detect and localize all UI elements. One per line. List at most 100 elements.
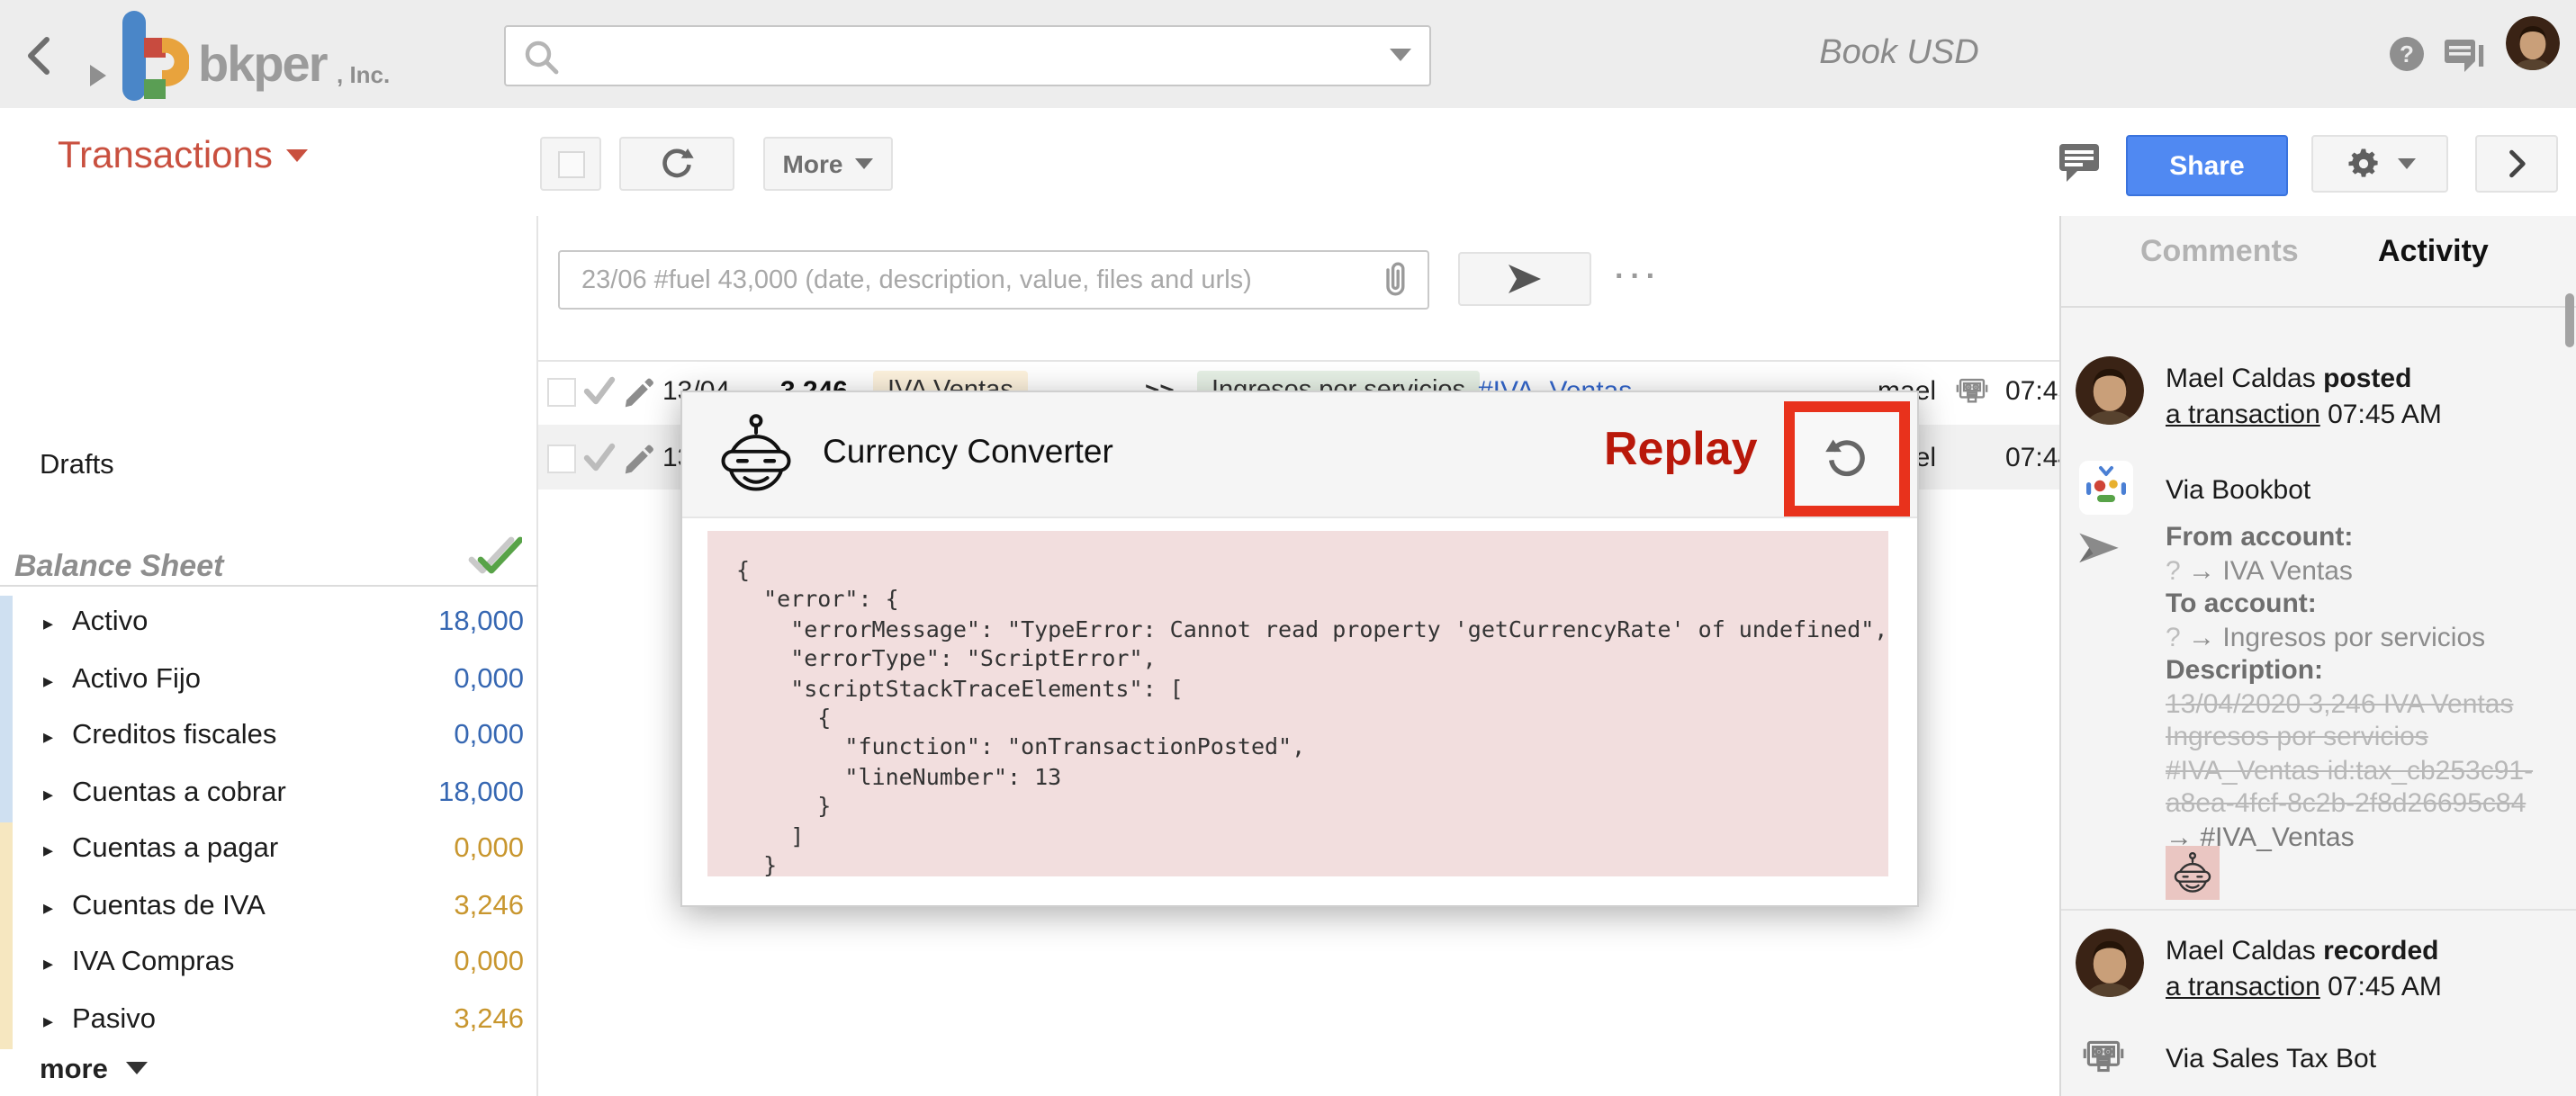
new-description: → #IVA_Ventas [2166,822,2355,852]
avatar [2076,929,2144,997]
account-name[interactable]: Cuentas a cobrar [72,777,286,809]
account-name[interactable]: IVA Compras [72,947,234,979]
back-chevron-icon [14,29,68,83]
account-group-strip [0,879,13,937]
account-group-strip [0,936,13,993]
account-name[interactable]: Pasivo [72,1003,156,1036]
row-pencil-icon[interactable] [621,439,657,475]
search-icon [520,36,563,79]
chat-icon [2445,40,2484,72]
next-page-button[interactable] [2475,135,2558,193]
via-bot-label: Via Bookbot [2166,475,2311,506]
send-arrow-icon [1503,257,1546,301]
expand-caret-icon[interactable]: ▸ [43,782,53,805]
replay-button[interactable] [1784,401,1910,517]
account-row[interactable]: ▸ Activo 18,000 [0,596,538,653]
account-row[interactable]: ▸ Pasivo 3,246 [0,993,538,1050]
account-row[interactable]: ▸ Cuentas a pagar 0,000 [0,822,538,880]
account-name[interactable]: Cuentas de IVA [72,890,266,922]
account-row[interactable]: ▸ Cuentas de IVA 3,246 [0,879,538,937]
user-avatar[interactable] [2506,16,2560,70]
more-button[interactable]: More [763,137,893,191]
account-row[interactable]: ▸ IVA Compras 0,000 [0,936,538,993]
expand-caret-icon[interactable]: ▸ [43,839,53,862]
from-account-label: From account: [2166,522,2354,552]
expand-caret-icon[interactable]: ▸ [43,1009,53,1032]
bot-error-modal: Currency Converter Replay { "error": { "… [680,391,1919,907]
account-balance: 18,000 [438,777,524,807]
sidebar-more-menu[interactable]: more [40,1055,148,1087]
account-name[interactable]: Cuentas a pagar [72,833,278,866]
search-input[interactable] [571,31,1352,81]
action-verb: posted [2323,364,2412,394]
transaction-link[interactable]: a transaction [2166,400,2320,430]
activity-panel: Comments Activity Mael Caldas posted a t… [2059,216,2576,1096]
activity-time: 07:45 AM [2328,400,2442,430]
account-row[interactable]: ▸ Creditos fiscales 0,000 [0,709,538,767]
entry-overflow-menu[interactable]: ··· [1615,259,1662,295]
account-name[interactable]: Activo [72,606,148,639]
transaction-entry-input[interactable] [578,257,1359,304]
transactions-menu[interactable]: Transactions [58,135,309,178]
row-check-icon[interactable] [581,441,617,473]
salesbot-icon [2079,1033,2128,1082]
account-balance: 0,000 [454,947,524,977]
paperclip-icon[interactable] [1374,259,1417,302]
action-verb: recorded [2323,936,2439,966]
avatar [2076,356,2144,425]
expand-caret-icon[interactable]: ▸ [43,952,53,975]
panel-scrollbar[interactable] [2565,293,2574,347]
to-account-label: To account: [2166,588,2317,619]
refresh-button[interactable] [619,137,734,191]
account-balance: 0,000 [454,663,524,694]
account-balance: 18,000 [438,606,524,637]
expand-caret-icon[interactable]: ▸ [43,725,53,749]
account-balance: 3,246 [454,1003,524,1034]
back-button[interactable] [14,29,68,83]
error-json-text: { "error": { "errorMessage": "TypeError:… [736,556,1888,876]
help-icon: ? [2390,37,2424,71]
row-pencil-icon[interactable] [621,373,657,409]
account-row[interactable]: ▸ Cuentas a cobrar 18,000 [0,766,538,823]
account-row[interactable]: ▸ Activo Fijo 0,000 [0,652,538,710]
tab-comments[interactable]: Comments [2140,234,2299,270]
row-checkbox[interactable] [547,378,576,407]
refresh-icon [657,144,697,184]
expand-caret-icon[interactable]: ▸ [43,895,53,919]
help-button[interactable]: ? [2389,36,2425,72]
feedback-button[interactable] [2443,34,2486,74]
chevron-down-icon [855,158,874,169]
expand-caret-icon[interactable]: ▸ [43,612,53,635]
more-button-label: More [782,149,843,178]
sidebar-item-drafts[interactable]: Drafts [40,450,114,482]
post-transaction-button[interactable] [1458,252,1591,306]
actor-name: Mael Caldas [2166,936,2316,966]
comments-toggle-button[interactable] [2058,140,2101,184]
settings-button[interactable] [2311,135,2448,193]
brand-suffix: , Inc. [337,61,391,88]
search-dropdown-caret-icon[interactable] [1390,49,1411,61]
bkper-logo-icon[interactable] [113,11,189,101]
tab-activity[interactable]: Activity [2378,234,2489,270]
transaction-detail-block: From account: ? → IVA Ventas To account:… [2166,522,2572,855]
chevron-down-icon [286,149,309,162]
row-check-icon[interactable] [581,374,617,407]
account-group-strip [0,766,13,823]
row-checkbox[interactable] [547,445,576,473]
transaction-link[interactable]: a transaction [2166,972,2320,1002]
currency-bot-error-badge[interactable] [2166,846,2220,900]
share-button[interactable]: Share [2126,135,2288,196]
actor-name: Mael Caldas [2166,364,2316,394]
chevron-down-icon [125,1062,148,1074]
sidebar-more-label: more [40,1055,108,1085]
account-name[interactable]: Activo Fijo [72,663,201,696]
divider [2061,909,2576,911]
checkbox-icon [557,150,584,177]
divider [0,585,538,587]
select-all-button[interactable] [540,137,601,191]
activity-time: 07:45 AM [2328,972,2442,1002]
balance-double-check-icon [464,536,522,579]
account-name[interactable]: Creditos fiscales [72,720,276,752]
expand-caret-icon[interactable]: ▸ [43,669,53,692]
bkper-app: bkper , Inc. Book USD ? Transactions Mor… [0,0,2576,1096]
